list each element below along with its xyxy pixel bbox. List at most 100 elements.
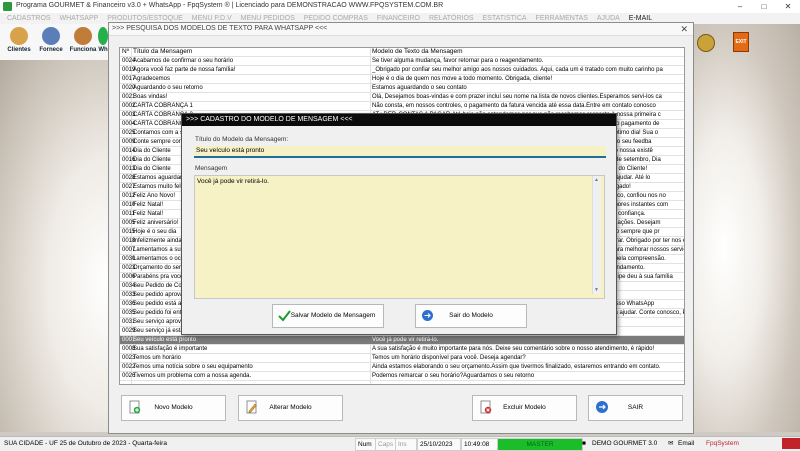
row-text: Não consta, em nossos controles, o pagam… [372, 103, 656, 109]
window-title: >>> PESQUISA DOS MODELOS DE TEXTO PARA W… [112, 25, 328, 32]
row-number: 0021 [122, 94, 136, 100]
fornecedores-button[interactable]: Fornece [36, 26, 66, 58]
row-number: 0017 [122, 76, 136, 82]
table-row[interactable]: 0002 CARTA COBRANÇA 1 Não consta, em nosso… [120, 102, 684, 111]
close-icon[interactable]: ✕ [776, 0, 800, 13]
scroll-down-icon[interactable]: ▼ [594, 287, 599, 293]
row-number: 0030 [122, 256, 136, 262]
row-number: 0003 [122, 112, 136, 118]
row-number: 0022 [122, 364, 136, 370]
clientes-button[interactable]: Clientes [4, 26, 34, 58]
template-title-label: Título do Modelo da Mensagem: [195, 136, 289, 143]
row-number: 0008 [122, 346, 136, 352]
row-number: 0023 [122, 265, 136, 271]
exit-template-button[interactable]: Sair do Modelo [415, 304, 527, 328]
status-time: 10:49:08 [461, 438, 499, 451]
whatsapp-icon [98, 27, 108, 45]
table-row[interactable]: 0001 Seu veículo está pronto Você já pode … [120, 336, 684, 345]
status-date: 25/10/2023 [417, 438, 461, 451]
funcionarios-button[interactable]: Funciona [68, 26, 98, 58]
background-image-right [692, 24, 800, 432]
row-text: Hoje é o dia de quem nos move a todo mom… [372, 76, 553, 82]
row-number: 0028 [122, 175, 136, 181]
mail-icon[interactable]: ✉ [666, 438, 676, 449]
status-bar: SUA CIDADE - UF 25 de Outubro de 2023 - … [0, 436, 800, 451]
row-number: 0011 [122, 211, 135, 217]
template-title-input[interactable]: Seu veículo está pronto [194, 146, 606, 158]
save-template-button[interactable]: Salvar Modelo de Mensagem [272, 304, 384, 328]
delete-template-label: Excluir Modelo [503, 404, 546, 411]
row-title: Boas vindas! [133, 94, 168, 100]
status-email[interactable]: Email [676, 438, 702, 449]
edit-template-button[interactable]: Alterar Modelo [238, 395, 343, 421]
menu-whatsapp[interactable]: WHATSAPP [60, 13, 99, 24]
row-number: 0010 [122, 202, 136, 208]
row-number: 0020 [122, 85, 136, 91]
row-text: Estamos aguardando o seu contato [372, 85, 467, 91]
clients-icon [10, 27, 28, 45]
column-header-number[interactable]: Nº [122, 48, 131, 56]
exit-template-label: Sair do Modelo [449, 312, 493, 319]
row-number: 0018 [122, 238, 136, 244]
table-row[interactable]: 0019 Agora você faz parte de nossa famíli… [120, 66, 684, 75]
row-number: 0025 [122, 130, 136, 136]
row-title: Seu veículo está pronto [133, 337, 197, 343]
minimize-icon[interactable]: – [728, 0, 752, 13]
exit-door-icon[interactable]: EXIT [733, 32, 749, 52]
whatsapp-button[interactable]: Wh [98, 26, 108, 58]
row-number: 0036 [122, 301, 136, 307]
row-number: 0005 [122, 220, 136, 226]
row-number: 0024 [122, 58, 136, 64]
row-number: 0001 [122, 337, 136, 343]
window-close-icon[interactable]: ✕ [680, 23, 688, 35]
table-row[interactable]: 0024 Acabamos de confirmar o seu horário S… [120, 57, 684, 66]
row-number: 0007 [122, 247, 136, 253]
maximize-icon[interactable]: □ [752, 0, 776, 13]
table-row[interactable]: 0008 Sua satisfação é importante A sua sat… [120, 345, 684, 354]
scroll-up-icon[interactable]: ▲ [594, 177, 599, 183]
lock-icon: ■ [582, 440, 586, 447]
whatsapp-label: Wh [98, 47, 108, 53]
row-number: 0029 [122, 328, 136, 334]
dialog-title: >>> CADASTRO DO MODELO DE MENSAGEM <<< [186, 116, 353, 123]
row-title: CARTA COBRANÇA 1 [133, 103, 193, 109]
tools-icon[interactable] [697, 34, 715, 52]
suppliers-icon [42, 27, 60, 45]
message-scrollbar[interactable]: ▲ ▼ [592, 176, 601, 294]
app-title: Programa GOURMET & Financeiro v3.0 + Wha… [16, 2, 444, 9]
row-title: Temos uma notícia sobre o seu equipament… [133, 364, 253, 370]
table-row[interactable]: 0021 Boas vindas! Olá, Desejamos boas-vind… [120, 93, 684, 102]
delete-template-button[interactable]: Excluir Modelo [472, 395, 577, 421]
table-row[interactable]: 0017 Agradecemos Hoje é o dia de quem nos … [120, 75, 684, 84]
message-textarea[interactable]: Você já pode vir retirá-lo. [194, 175, 605, 299]
save-template-label: Salvar Modelo de Mensagem [290, 312, 376, 319]
row-title: Tivemos um problema com a nossa agenda. [133, 373, 252, 379]
status-brand: FpqSystem [706, 440, 739, 447]
row-number: 0013 [122, 166, 136, 172]
menu-cadastros[interactable]: CADASTROS [7, 13, 51, 24]
table-row[interactable]: 0022 Temos uma notícia sobre o seu equipa… [120, 363, 684, 372]
exit-label: SAIR [627, 404, 644, 411]
grid-header-row: Nº Título da Mensagem Modelo de Texto da… [120, 48, 684, 57]
table-row[interactable]: 0023 Temos um horário Temos um horário dis… [120, 354, 684, 363]
table-row[interactable]: 0020 Aguardando o seu retorno Estamos agua… [120, 84, 684, 93]
row-number: 0004 [122, 121, 136, 127]
edit-template-label: Alterar Modelo [269, 404, 312, 411]
row-number: 0002 [122, 103, 136, 109]
exit-button[interactable]: SAIR [588, 395, 683, 421]
status-mode-badge: MASTER [497, 438, 583, 451]
background-image-left [0, 60, 108, 432]
message-label: Mensagem [195, 165, 228, 172]
row-text: A sua satisfação é muito importante para… [372, 346, 655, 352]
brand-logo-icon [782, 438, 800, 449]
new-template-button[interactable]: Novo Modelo [121, 395, 226, 421]
column-header-text[interactable]: Modelo de Texto da Mensagem [372, 48, 684, 56]
status-caps-lock: Caps [375, 438, 397, 451]
status-company: DEMO GOURMET 3.0 [592, 440, 658, 447]
row-number: 0006 [122, 274, 136, 280]
table-row[interactable]: 0026 Tivemos um problema com a nossa agen… [120, 372, 684, 381]
row-title: Temos um horário [133, 355, 182, 361]
template-editor-dialog: >>> CADASTRO DO MODELO DE MENSAGEM <<< T… [181, 113, 617, 335]
row-text: Você já pode vir retirá-lo. [372, 337, 439, 343]
column-header-title[interactable]: Título da Mensagem [133, 48, 369, 56]
